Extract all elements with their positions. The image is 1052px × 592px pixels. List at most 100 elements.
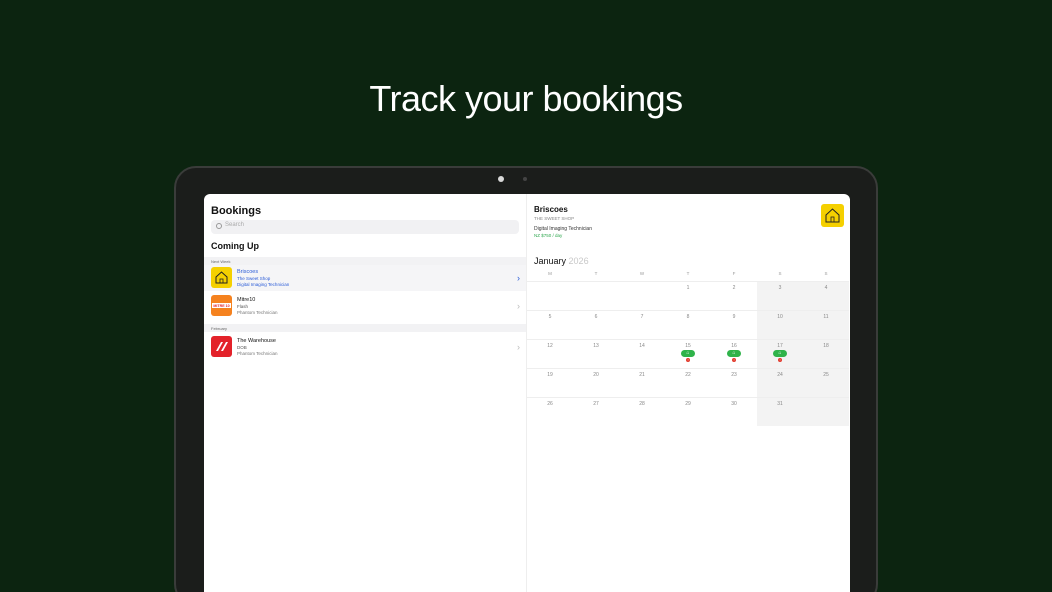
house-icon: ⌂ — [686, 350, 690, 356]
day-number: 27 — [593, 401, 599, 407]
month-name: January — [534, 256, 567, 266]
tablet-frame: Bookings Search Coming Up Next Week Bris… — [174, 166, 878, 592]
calendar-day-cell[interactable]: 24 — [757, 368, 803, 397]
mitre10-logo-text: MITRE 10 — [213, 304, 229, 308]
booking-shop: Flash — [237, 304, 249, 309]
booking-indicator-pill[interactable]: ⌂ — [727, 350, 741, 357]
calendar-day-cell[interactable]: 12 — [527, 339, 573, 368]
day-number: 16 — [731, 343, 737, 349]
calendar-day-cell[interactable]: 16 ⌂! — [711, 339, 757, 368]
booking-name: The Warehouse — [237, 338, 276, 344]
detail-rate: NZ $750 / day — [534, 233, 563, 238]
calendar-day-cell[interactable]: 27 — [573, 397, 619, 426]
chevron-right-icon: › — [517, 342, 520, 352]
briscoes-logo — [211, 267, 232, 288]
day-number: 24 — [777, 372, 783, 378]
calendar-day-cell[interactable]: 25 — [803, 368, 849, 397]
bookings-pane: Bookings Search Coming Up Next Week Bris… — [204, 194, 526, 592]
calendar-day-cell[interactable]: 22 — [665, 368, 711, 397]
calendar-day-cell[interactable]: 1 — [665, 281, 711, 310]
chevron-right-icon: › — [517, 301, 520, 311]
calendar-day-cell[interactable]: 10 — [757, 310, 803, 339]
calendar-day-cell[interactable]: 15 ⌂! — [665, 339, 711, 368]
calendar-day-cell — [803, 397, 849, 426]
booking-indicator-pill[interactable]: ⌂ — [773, 350, 787, 357]
calendar-day-cell[interactable]: 13 — [573, 339, 619, 368]
booking-indicator-pill[interactable]: ⌂ — [681, 350, 695, 357]
day-number: 4 — [824, 285, 828, 291]
calendar-day-cell — [527, 281, 573, 310]
day-number: 23 — [731, 372, 737, 378]
bookings-title: Bookings — [211, 205, 262, 217]
day-number: 31 — [777, 401, 783, 407]
calendar-day-cell[interactable]: 7 — [619, 310, 665, 339]
booking-shop: DOB — [237, 345, 247, 350]
day-number: 9 — [732, 314, 736, 320]
day-number: 21 — [639, 372, 645, 378]
calendar-day-cell[interactable]: 6 — [573, 310, 619, 339]
weekday-label: S — [778, 271, 782, 276]
day-number: 2 — [732, 285, 736, 291]
day-number: 17 — [777, 343, 783, 349]
warehouse-logo — [211, 336, 232, 357]
calendar-day-cell[interactable]: 2 — [711, 281, 757, 310]
calendar-day-cell[interactable]: 5 — [527, 310, 573, 339]
day-number: 20 — [593, 372, 599, 378]
calendar-day-cell[interactable]: 30 — [711, 397, 757, 426]
calendar-day-cell[interactable]: 20 — [573, 368, 619, 397]
alert-icon: ! — [732, 358, 736, 362]
booking-name: Mitre10 — [237, 297, 256, 303]
camera-dot — [498, 176, 504, 182]
calendar-day-cell — [619, 281, 665, 310]
day-number: 14 — [639, 343, 645, 349]
calendar-day-cell[interactable]: 3 — [757, 281, 803, 310]
day-number: 18 — [823, 343, 829, 349]
booking-row-the-warehouse[interactable]: The Warehouse DOB Phantom Technician › — [204, 334, 526, 360]
day-number: 28 — [639, 401, 645, 407]
day-number: 22 — [685, 372, 691, 378]
weekday-label: W — [639, 271, 645, 276]
day-number: 12 — [547, 343, 553, 349]
calendar-month-title: January 2026 — [534, 256, 589, 266]
calendar-day-cell[interactable]: 14 — [619, 339, 665, 368]
booking-row-briscoes[interactable]: Briscoes The Sweet Shop Digital Imaging … — [204, 265, 526, 291]
day-number: 5 — [548, 314, 552, 320]
booking-role: Phantom Technician — [237, 351, 278, 356]
day-number: 19 — [547, 372, 553, 378]
mitre10-logo: MITRE 10 — [211, 295, 232, 316]
calendar-day-cell[interactable]: 28 — [619, 397, 665, 426]
calendar-day-cell[interactable]: 21 — [619, 368, 665, 397]
chevron-right-icon: › — [517, 273, 520, 283]
calendar-day-cell[interactable]: 17 ⌂! — [757, 339, 803, 368]
app-screen: Bookings Search Coming Up Next Week Bris… — [204, 194, 850, 592]
calendar-day-cell[interactable]: 26 — [527, 397, 573, 426]
search-input[interactable]: Search — [211, 220, 519, 234]
calendar-day-cell[interactable]: 11 — [803, 310, 849, 339]
briscoes-logo — [821, 204, 844, 227]
day-number: 6 — [594, 314, 598, 320]
section-header-next-week: Next Week — [204, 257, 526, 265]
calendar-day-cell[interactable]: 8 — [665, 310, 711, 339]
alert-icon: ! — [686, 358, 690, 362]
coming-up-heading: Coming Up — [211, 241, 259, 251]
house-icon: ⌂ — [778, 350, 782, 356]
booking-role: Digital Imaging Technician — [237, 282, 290, 287]
weekday-header: MTWTFSS — [527, 271, 850, 281]
section-header-february: February — [204, 324, 526, 332]
calendar-day-cell[interactable]: 18 — [803, 339, 849, 368]
calendar-day-cell[interactable]: 31 — [757, 397, 803, 426]
weekday-label: T — [594, 271, 598, 276]
calendar-day-cell[interactable]: 29 — [665, 397, 711, 426]
weekday-label: T — [686, 271, 690, 276]
calendar-day-cell[interactable]: 9 — [711, 310, 757, 339]
search-placeholder: Search — [225, 222, 245, 228]
booking-detail-pane: Briscoes THE SWEET SHOP Digital Imaging … — [526, 194, 850, 592]
detail-role: Digital Imaging Technician — [534, 226, 592, 232]
booking-row-mitre10[interactable]: MITRE 10 Mitre10 Flash Phantom Technicia… — [204, 293, 526, 319]
calendar-day-cell[interactable]: 4 — [803, 281, 849, 310]
day-number: 15 — [685, 343, 691, 349]
calendar-day-cell[interactable]: 23 — [711, 368, 757, 397]
calendar-day-cell[interactable]: 19 — [527, 368, 573, 397]
house-icon: ⌂ — [732, 350, 736, 356]
day-number: 11 — [823, 314, 829, 320]
